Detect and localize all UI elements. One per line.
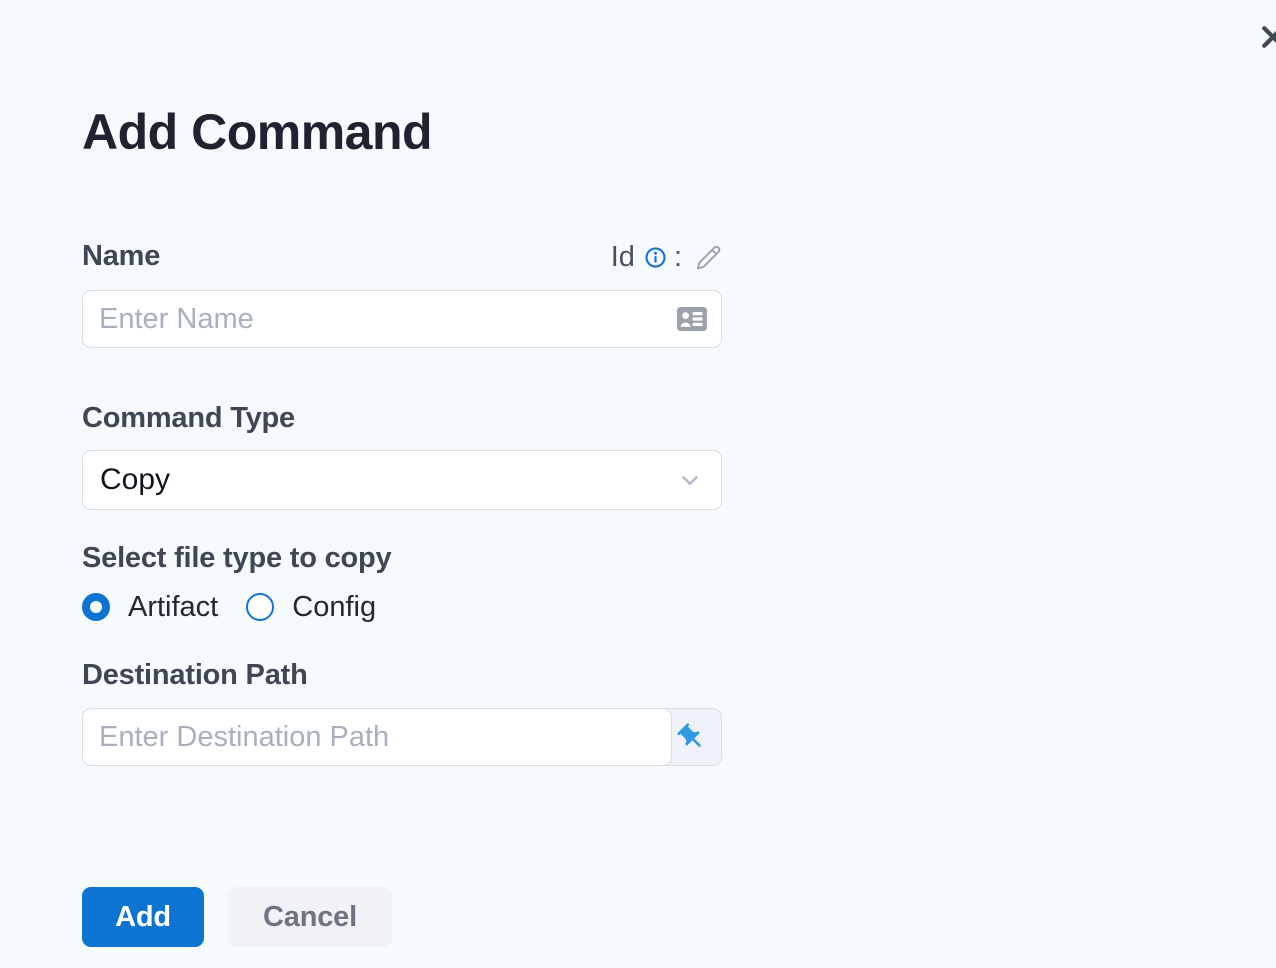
id-card-icon <box>676 305 708 333</box>
command-type-label: Command Type <box>82 402 295 434</box>
file-type-radio-group: Artifact Config <box>82 591 376 624</box>
radio-button-config[interactable] <box>246 593 275 621</box>
name-input[interactable] <box>82 290 722 348</box>
add-button[interactable]: Add <box>82 887 204 947</box>
pushpin-icon <box>676 722 707 753</box>
chevron-down-icon <box>677 467 703 493</box>
close-button[interactable] <box>1258 22 1276 52</box>
pushpin-button[interactable] <box>670 708 712 766</box>
destination-path-label: Destination Path <box>82 659 308 691</box>
destination-path-input[interactable] <box>82 708 672 766</box>
radio-label-artifact: Artifact <box>128 590 219 623</box>
radio-option-config[interactable]: Config <box>246 591 376 624</box>
command-type-select[interactable]: Copy <box>82 450 722 510</box>
command-type-value: Copy <box>100 463 171 496</box>
file-type-label: Select file type to copy <box>82 542 392 574</box>
pencil-icon[interactable] <box>695 244 722 271</box>
info-icon[interactable] <box>644 246 667 269</box>
cancel-button[interactable]: Cancel <box>228 887 392 947</box>
close-icon <box>1258 26 1276 56</box>
radio-option-artifact[interactable]: Artifact <box>82 591 218 624</box>
radio-button-artifact[interactable] <box>82 593 110 621</box>
id-label: Id <box>610 240 635 273</box>
name-label: Name <box>82 240 161 272</box>
destination-path-group <box>82 708 722 766</box>
id-cluster: Id : <box>422 240 722 274</box>
id-colon: : <box>673 240 682 273</box>
dialog-title: Add Command <box>82 104 433 160</box>
radio-label-config: Config <box>292 590 377 623</box>
